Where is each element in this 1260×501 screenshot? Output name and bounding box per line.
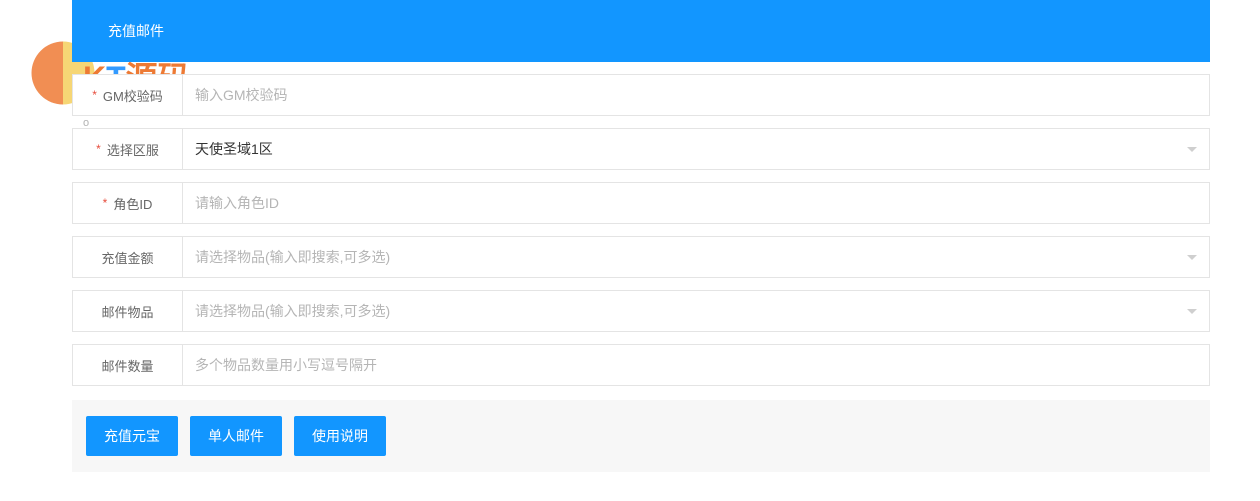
form-panel: 充值邮件 * GM校验码 * 选择区服 天使圣域1区 * <box>72 0 1210 472</box>
label-text-mail-count: 邮件数量 <box>101 356 153 375</box>
panel-title: 充值邮件 <box>108 21 164 41</box>
label-text-server: 选择区服 <box>107 140 159 159</box>
required-mark: * <box>96 142 101 156</box>
button-row: 充值元宝 单人邮件 使用说明 <box>72 400 1210 472</box>
label-mail-count: 邮件数量 <box>73 345 183 385</box>
label-text-role-id: 角色ID <box>113 194 152 213</box>
recharge-button[interactable]: 充值元宝 <box>86 416 178 456</box>
required-mark: * <box>103 196 108 210</box>
required-mark: * <box>92 88 97 102</box>
select-server[interactable]: 天使圣域1区 <box>183 129 1209 169</box>
row-recharge-amount: 充值金额 请选择物品(输入即搜索,可多选) <box>72 236 1210 278</box>
row-mail-items: 邮件物品 请选择物品(输入即搜索,可多选) <box>72 290 1210 332</box>
label-mail-items: 邮件物品 <box>73 291 183 331</box>
row-server: * 选择区服 天使圣域1区 <box>72 128 1210 170</box>
chevron-down-icon <box>1187 147 1197 152</box>
label-gm-code: * GM校验码 <box>73 75 183 115</box>
input-role-id[interactable] <box>195 195 1197 211</box>
label-recharge-amount: 充值金额 <box>73 237 183 277</box>
form-area: * GM校验码 * 选择区服 天使圣域1区 * 角色ID <box>72 62 1210 472</box>
chevron-down-icon <box>1187 309 1197 314</box>
select-recharge-placeholder: 请选择物品(输入即搜索,可多选) <box>195 247 1179 267</box>
select-mail-items[interactable]: 请选择物品(输入即搜索,可多选) <box>183 291 1209 331</box>
row-role-id: * 角色ID <box>72 182 1210 224</box>
row-gm-code: * GM校验码 <box>72 74 1210 116</box>
input-gm-code[interactable] <box>195 87 1197 103</box>
label-text-mail-items: 邮件物品 <box>101 302 153 321</box>
label-text-recharge-amount: 充值金额 <box>101 248 153 267</box>
label-role-id: * 角色ID <box>73 183 183 223</box>
label-server: * 选择区服 <box>73 129 183 169</box>
select-items-placeholder: 请选择物品(输入即搜索,可多选) <box>195 301 1179 321</box>
select-server-value: 天使圣域1区 <box>195 139 1179 159</box>
panel-header: 充值邮件 <box>72 0 1210 62</box>
chevron-down-icon <box>1187 255 1197 260</box>
instructions-button[interactable]: 使用说明 <box>294 416 386 456</box>
single-mail-button[interactable]: 单人邮件 <box>190 416 282 456</box>
label-text-gm-code: GM校验码 <box>103 86 163 105</box>
select-recharge-amount[interactable]: 请选择物品(输入即搜索,可多选) <box>183 237 1209 277</box>
input-mail-count[interactable] <box>195 357 1197 373</box>
row-mail-count: 邮件数量 <box>72 344 1210 386</box>
